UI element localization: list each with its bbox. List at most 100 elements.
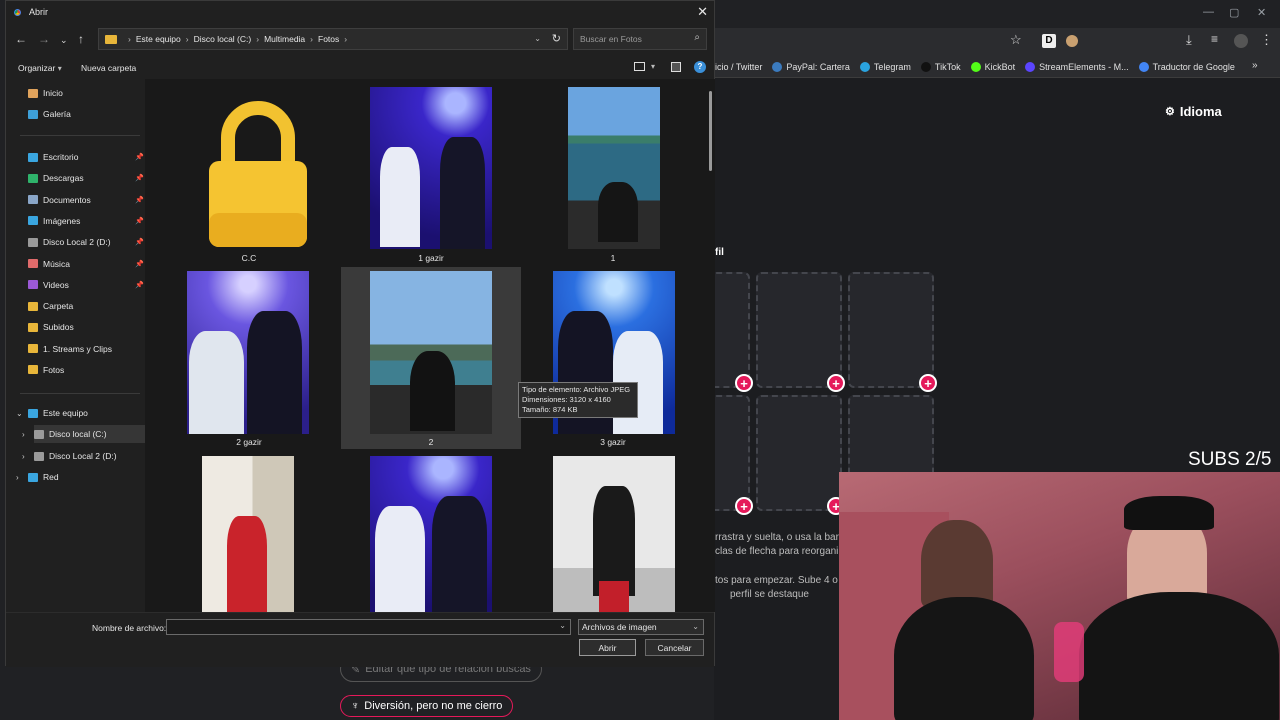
language-button[interactable]: ⚙ Idioma — [1165, 104, 1222, 119]
more-bookmarks-icon[interactable]: » — [1252, 60, 1258, 71]
bookmark-item[interactable]: StreamElements - M... — [1025, 61, 1129, 72]
organize-menu[interactable]: Organizar ▾ — [18, 63, 62, 73]
sidebar-item-este-equipo[interactable]: ⌄ Este equipo — [16, 404, 144, 422]
sidebar-item-videos[interactable]: Videos 📌 — [28, 276, 144, 294]
sidebar-item-1-streams-y-clips[interactable]: 1. Streams y Clips — [28, 340, 144, 358]
cap — [1124, 496, 1214, 530]
sidebar-item-disco-local-2-d-[interactable]: Disco Local 2 (D:) 📌 — [28, 233, 144, 251]
chevron-down-icon[interactable]: ⌄ — [16, 409, 23, 418]
close-icon[interactable]: ✕ — [697, 4, 708, 20]
bookmark-favicon-icon — [920, 61, 931, 72]
sidebar-item-descargas[interactable]: Descargas 📌 — [28, 169, 144, 187]
pin-icon: 📌 — [135, 154, 144, 161]
sidebar-item-galer-a[interactable]: Galería — [28, 105, 144, 123]
photo-slot[interactable] — [756, 395, 842, 511]
file-item-image-hovered[interactable]: 2 — [341, 267, 521, 449]
avatar[interactable] — [1234, 34, 1248, 48]
file-item-image[interactable] — [341, 452, 521, 612]
breadcrumb-item[interactable]: › Disco local (C:) — [181, 34, 251, 44]
bookmark-item[interactable]: PayPal: Cartera — [772, 61, 850, 72]
bookmark-item[interactable]: nicio / Twitter — [710, 62, 762, 72]
extension-d-icon[interactable]: D — [1042, 34, 1056, 48]
bookmark-star-icon[interactable]: ☆ — [1010, 32, 1022, 48]
cancel-button[interactable]: Cancelar — [645, 639, 704, 656]
sidebar-item-label: Disco Local 2 (D:) — [49, 451, 117, 461]
maximize-icon[interactable]: ▢ — [1229, 6, 1239, 19]
minimize-icon[interactable]: — — [1203, 6, 1214, 18]
search-icon[interactable]: ⌕ — [694, 32, 700, 43]
photo-slot[interactable] — [756, 272, 842, 388]
sidebar-item-red[interactable]: › Red — [16, 468, 144, 486]
chevron-down-icon[interactable]: ⌄ — [559, 621, 566, 630]
breadcrumb-item[interactable]: › Fotos — [305, 34, 339, 44]
bookmark-item[interactable]: KickBot — [970, 61, 1016, 72]
add-photo-icon[interactable]: + — [827, 374, 845, 392]
images-icon — [28, 216, 38, 226]
file-item-folder[interactable]: C.C — [159, 81, 339, 263]
help-text: tos para empezar. Sube 4 o — [715, 575, 838, 586]
sidebar-item-im-genes[interactable]: Imágenes 📌 — [28, 212, 144, 230]
chevron-right-icon[interactable]: › — [22, 430, 25, 439]
breadcrumb-item[interactable]: › Multimedia — [251, 34, 305, 44]
close-icon[interactable]: ✕ — [1257, 6, 1266, 19]
sidebar-item-inicio[interactable]: Inicio — [28, 84, 144, 102]
download-icon — [28, 173, 38, 183]
help-icon[interactable]: ? — [694, 61, 706, 73]
sidebar-item-carpeta[interactable]: Carpeta — [28, 297, 144, 315]
pin-icon: 📌 — [135, 239, 144, 247]
file-grid: C.C 1 gazir 1 2 gazir 2 3 gazir — [145, 79, 715, 612]
file-item-image[interactable] — [523, 452, 703, 612]
file-item-image[interactable]: 1 — [523, 81, 703, 263]
computer-icon — [28, 408, 38, 418]
scrollbar[interactable] — [709, 91, 712, 171]
forward-icon[interactable]: → — [38, 32, 50, 46]
sidebar-item-m-sica[interactable]: Música 📌 — [28, 255, 144, 273]
subs-counter: SUBS 2/5 — [1188, 449, 1272, 470]
preview-pane-icon[interactable] — [671, 62, 681, 72]
photo-slot[interactable] — [848, 272, 934, 388]
file-item-image[interactable] — [159, 452, 339, 612]
file-type-select[interactable]: Archivos de imagen ⌄ — [578, 619, 704, 635]
menu-icon[interactable]: ⋮ — [1260, 32, 1273, 48]
bookmark-item[interactable]: TikTok — [920, 61, 961, 72]
up-icon[interactable]: ↑ — [78, 32, 84, 46]
bookmark-item[interactable]: Traductor de Google — [1138, 61, 1235, 72]
add-photo-icon[interactable]: + — [735, 497, 753, 515]
bookmark-item[interactable]: Telegram — [859, 61, 911, 72]
bookmark-label: KickBot — [984, 61, 1016, 72]
bookmark-label: PayPal: Cartera — [786, 61, 850, 72]
view-options-icon[interactable] — [634, 62, 645, 71]
add-photo-icon[interactable]: + — [919, 374, 937, 392]
filename-input[interactable]: ⌄ — [166, 619, 571, 635]
chevron-down-icon[interactable]: ▾ — [651, 62, 655, 71]
download-icon[interactable]: ⤓ — [1186, 32, 1192, 48]
sidebar-item-disco-local-c-[interactable]: › Disco local (C:) — [22, 425, 150, 443]
person-left-body — [894, 597, 1034, 720]
sidebar-item-escritorio[interactable]: Escritorio 📌 — [28, 148, 144, 166]
chevron-right-icon[interactable]: › — [16, 473, 19, 482]
chevron-down-icon[interactable]: ⌄ — [534, 34, 541, 43]
search-input[interactable]: Buscar en Fotos ⌕ — [573, 28, 707, 50]
file-item-image[interactable]: 1 gazir — [341, 81, 521, 263]
breadcrumb[interactable]: › Este equipo › Disco local (C:) › Multimed… — [98, 28, 568, 50]
open-button[interactable]: Abrir — [579, 639, 636, 656]
add-photo-icon[interactable]: + — [735, 374, 753, 392]
gallery-icon — [28, 109, 38, 119]
file-item-image[interactable]: 2 gazir — [159, 267, 339, 449]
refresh-icon[interactable]: ↻ — [552, 32, 561, 45]
sidebar-item-documentos[interactable]: Documentos 📌 — [28, 191, 144, 209]
recent-locations-icon[interactable]: ⌄ — [60, 35, 68, 46]
sidebar-item-subidos[interactable]: Subidos — [28, 318, 144, 336]
relationship-type-badge[interactable]: ♆ Diversión, pero no me cierro — [340, 695, 514, 717]
sidebar-item-fotos[interactable]: Fotos — [28, 361, 144, 379]
chevron-right-icon[interactable]: › — [22, 452, 25, 461]
sidebar-item-disco-local-2-d-[interactable]: › Disco Local 2 (D:) — [22, 447, 150, 465]
breadcrumb-item[interactable]: › Este equipo — [123, 34, 181, 44]
file-item-image[interactable]: 3 gazir — [523, 267, 703, 449]
back-icon[interactable]: ← — [15, 32, 27, 46]
folder-icon — [28, 365, 38, 375]
reading-list-icon[interactable]: ≡ — [1211, 32, 1218, 46]
folder-icon — [28, 344, 38, 354]
extension-cookie-icon[interactable] — [1066, 35, 1078, 47]
new-folder-button[interactable]: Nueva carpeta — [81, 63, 136, 73]
